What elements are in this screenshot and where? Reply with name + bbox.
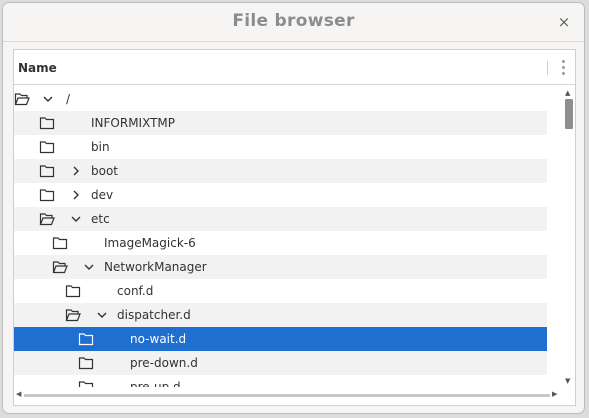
tree-row-label: pre-up.d <box>130 380 181 387</box>
title-bar: File browser × <box>3 3 584 42</box>
dialog-title: File browser <box>232 11 355 31</box>
folder-open-icon <box>39 212 55 226</box>
close-button[interactable]: × <box>554 12 574 32</box>
tree-row[interactable]: pre-up.d <box>14 375 547 387</box>
tree-row-label: dispatcher.d <box>117 308 191 322</box>
folder-icon <box>39 140 55 154</box>
scroll-up-icon[interactable]: ▲ <box>565 89 570 97</box>
file-browser-dialog: File browser × Name / INFORMIXTMP bin boot d… <box>2 2 585 414</box>
tree-row[interactable]: NetworkManager <box>14 255 547 279</box>
horizontal-scroll-track[interactable] <box>24 394 550 397</box>
chevron-down-icon[interactable] <box>70 213 82 225</box>
tree-row-label: / <box>66 92 71 106</box>
tree-row-label: conf.d <box>117 284 154 298</box>
folder-icon <box>78 380 94 387</box>
close-icon: × <box>557 13 571 31</box>
tree-row[interactable]: conf.d <box>14 279 547 303</box>
tree-row-label: pre-down.d <box>130 356 198 370</box>
vertical-scroll-thumb[interactable] <box>565 99 573 129</box>
tree-row[interactable]: dispatcher.d <box>14 303 547 327</box>
tree-row[interactable]: no-wait.d <box>14 327 547 351</box>
folder-open-icon <box>52 260 68 274</box>
tree-row-label: bin <box>91 140 110 154</box>
folder-icon <box>39 164 55 178</box>
tree-row-label: NetworkManager <box>104 260 207 274</box>
chevron-right-icon[interactable] <box>70 189 82 201</box>
file-tree: / INFORMIXTMP bin boot dev etc ImageMagick-6 Ne… <box>14 87 547 387</box>
tree-row[interactable]: / <box>14 87 547 111</box>
folder-icon <box>78 356 94 370</box>
scroll-right-icon[interactable]: ▶ <box>552 390 557 398</box>
column-header: Name <box>14 50 575 85</box>
tree-row[interactable]: bin <box>14 135 547 159</box>
tree-row-label: no-wait.d <box>130 332 187 346</box>
scroll-left-icon[interactable]: ◀ <box>16 390 21 398</box>
tree-row[interactable]: boot <box>14 159 547 183</box>
folder-icon <box>52 236 68 250</box>
tree-row[interactable]: dev <box>14 183 547 207</box>
tree-row-label: INFORMIXTMP <box>91 116 176 130</box>
file-tree-panel: Name / INFORMIXTMP bin boot dev etc ImageMagic… <box>13 49 576 406</box>
horizontal-scrollbar[interactable]: ◀ ▶ <box>14 390 562 404</box>
tree-row-label: etc <box>91 212 110 226</box>
tree-row-label: boot <box>91 164 119 178</box>
folder-icon <box>39 116 55 130</box>
chevron-down-icon[interactable] <box>42 93 54 105</box>
chevron-right-icon[interactable] <box>70 165 82 177</box>
folder-icon <box>65 284 81 298</box>
tree-row-label: dev <box>91 188 114 202</box>
tree-row[interactable]: INFORMIXTMP <box>14 111 547 135</box>
name-column-header[interactable]: Name <box>18 61 57 75</box>
folder-open-icon <box>65 308 81 322</box>
chevron-down-icon[interactable] <box>96 309 108 321</box>
folder-open-icon <box>14 92 30 106</box>
scroll-down-icon[interactable]: ▼ <box>565 377 570 385</box>
folder-icon <box>78 332 94 346</box>
tree-row-label: ImageMagick-6 <box>104 236 196 250</box>
column-separator[interactable] <box>547 61 548 75</box>
folder-icon <box>39 188 55 202</box>
tree-row[interactable]: etc <box>14 207 547 231</box>
column-menu-icon[interactable] <box>561 60 567 76</box>
tree-row[interactable]: pre-down.d <box>14 351 547 375</box>
tree-row[interactable]: ImageMagick-6 <box>14 231 547 255</box>
chevron-down-icon[interactable] <box>83 261 95 273</box>
vertical-scrollbar[interactable]: ▲ ▼ <box>562 87 575 389</box>
